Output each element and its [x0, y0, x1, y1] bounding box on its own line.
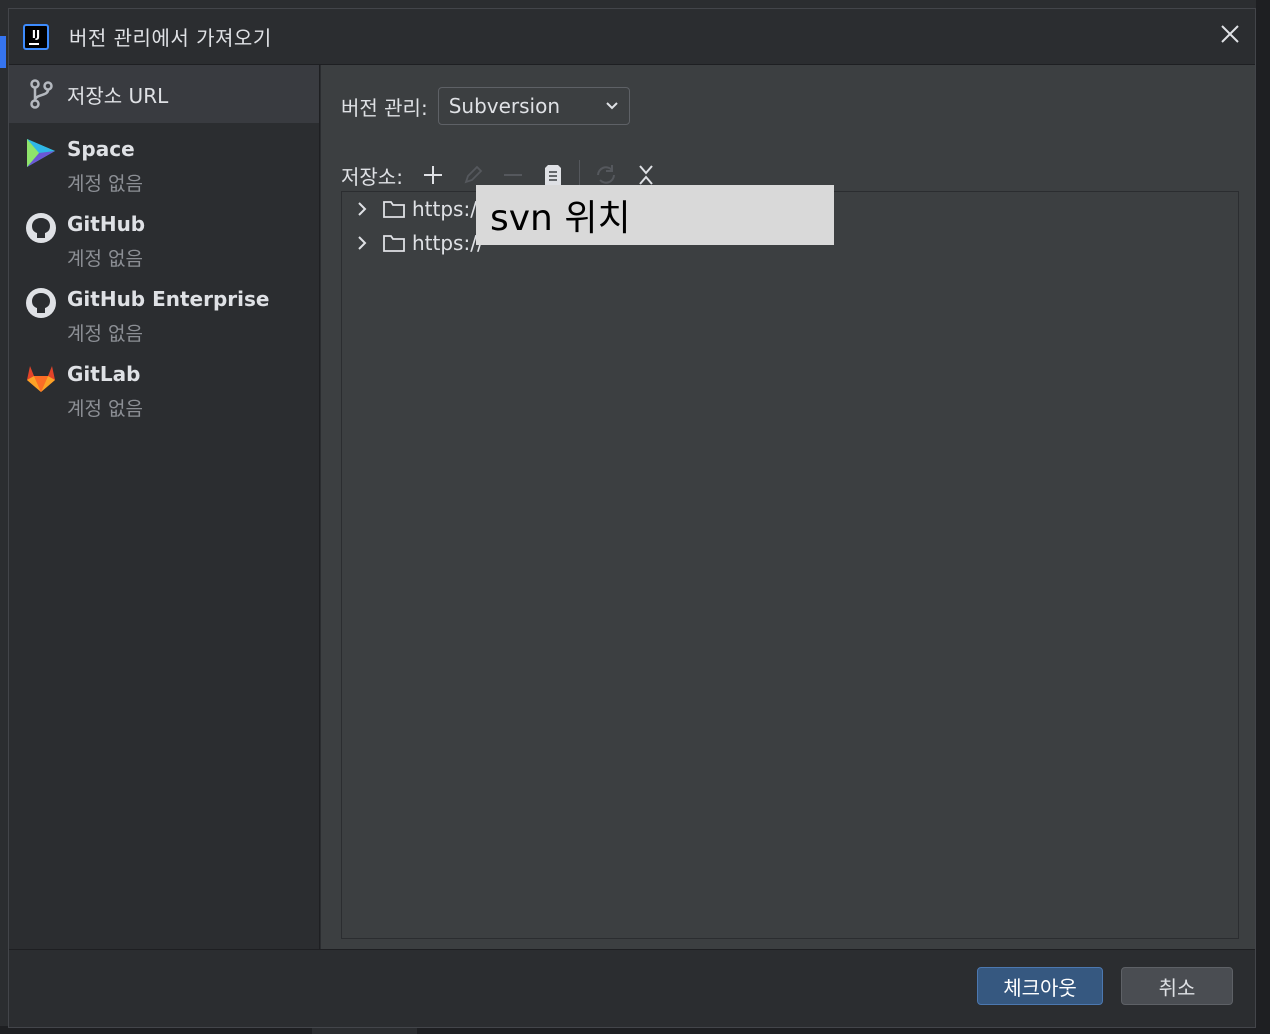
- refresh-icon: [596, 165, 615, 184]
- edit-icon: [464, 165, 483, 184]
- app-icon-underline: [29, 42, 39, 45]
- chevron-right-icon[interactable]: [352, 201, 372, 217]
- dialog-titlebar: IJ 버전 관리에서 가져오기: [9, 9, 1255, 65]
- vcs-select[interactable]: Subversion: [437, 87, 630, 125]
- chevron-down-icon: [605, 102, 618, 110]
- sidebar-item-status: 계정 없음: [67, 248, 143, 270]
- checkout-button[interactable]: 체크아웃: [977, 967, 1103, 1005]
- collapse-icon: [639, 165, 653, 185]
- browse-icon: [544, 165, 561, 185]
- sidebar-item-label: 저장소 URL: [67, 83, 169, 108]
- sidebar-item-label: GitHub Enterprise: [67, 287, 270, 311]
- redaction-overlay: svn 위치: [476, 185, 834, 245]
- repository-tree: https:// https://: [341, 191, 1239, 939]
- vcs-label: 버전 관리:: [341, 95, 428, 120]
- tree-row[interactable]: https://: [352, 228, 484, 258]
- repository-url: https://: [412, 231, 484, 255]
- sidebar-item-label: GitLab: [67, 362, 141, 386]
- sidebar-item-gitlab[interactable]: GitLab 계정 없음: [9, 362, 319, 421]
- ide-right-strip: [1256, 0, 1270, 1034]
- sidebar-item-label: Space: [67, 137, 135, 161]
- dialog-footer: 체크아웃 취소: [9, 949, 1255, 1027]
- sidebar-item-space[interactable]: Space 계정 없음: [9, 137, 319, 196]
- ide-left-strip: [0, 0, 8, 1034]
- close-button[interactable]: [1219, 23, 1241, 45]
- overlay-text: svn 위치: [490, 198, 631, 239]
- app-icon-text: IJ: [31, 27, 41, 41]
- add-button[interactable]: [413, 157, 453, 193]
- space-icon: [25, 137, 57, 169]
- git-branch-icon: [25, 78, 57, 110]
- github-icon: [25, 287, 57, 319]
- sidebar-item-status: 계정 없음: [67, 323, 143, 345]
- repository-url: https://: [412, 197, 484, 221]
- source-sidebar: 저장소 URL Space 계정 없음 GitHub 계정 없음 GitHub …: [9, 65, 320, 951]
- sidebar-item-github[interactable]: GitHub 계정 없음: [9, 212, 319, 271]
- close-icon: [1221, 25, 1239, 43]
- add-icon: [423, 166, 442, 184]
- remove-icon: [503, 174, 522, 176]
- cancel-button[interactable]: 취소: [1121, 967, 1233, 1005]
- sidebar-item-status: 계정 없음: [67, 398, 143, 420]
- sidebar-item-label: GitHub: [67, 212, 146, 236]
- repository-label: 저장소:: [341, 164, 403, 189]
- github-icon: [25, 212, 57, 244]
- folder-icon: [382, 199, 408, 219]
- vcs-select-value: Subversion: [448, 94, 561, 118]
- sidebar-item-repository-url[interactable]: 저장소 URL: [9, 65, 319, 123]
- vcs-row: 버전 관리: Subversion: [341, 87, 630, 125]
- folder-icon: [382, 233, 408, 253]
- chevron-right-icon[interactable]: [352, 235, 372, 251]
- dialog-title: 버전 관리에서 가져오기: [69, 26, 272, 50]
- intellij-icon: IJ: [23, 23, 49, 50]
- ide-accent-marker: [0, 36, 6, 68]
- tree-row[interactable]: https://: [352, 194, 484, 224]
- get-from-vcs-dialog: IJ 버전 관리에서 가져오기 저장소 URL Space 계정 없음 GitH…: [8, 8, 1256, 1028]
- sidebar-item-github-enterprise[interactable]: GitHub Enterprise 계정 없음: [9, 287, 319, 346]
- sidebar-item-status: 계정 없음: [67, 173, 143, 195]
- gitlab-icon: [25, 362, 57, 394]
